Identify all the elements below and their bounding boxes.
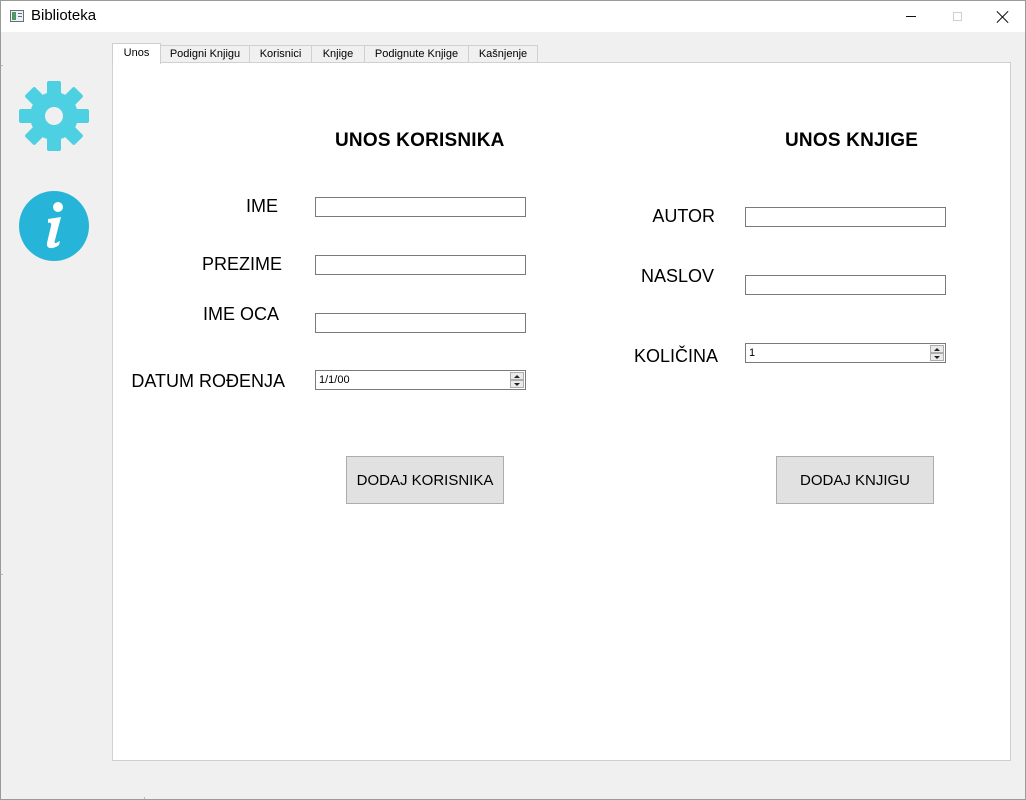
minimize-icon [906, 16, 916, 17]
quantity-down-button[interactable] [930, 353, 944, 361]
maximize-button[interactable] [934, 1, 980, 32]
quantity-stepper [930, 345, 944, 361]
close-icon [997, 11, 1009, 23]
user-form-heading: UNOS KORISNIKA [335, 130, 505, 151]
father-name-label: IME OCA [202, 304, 279, 324]
birth-date-spinbox[interactable]: 1/1/00 [315, 370, 526, 390]
birth-date-label: DATUM ROĐENJA [131, 371, 285, 391]
last-name-input[interactable] [315, 255, 526, 275]
title-label: NASLOV [640, 266, 714, 286]
chevron-down-icon [934, 355, 940, 359]
add-user-button[interactable]: DODAJ KORISNIKA [346, 456, 504, 504]
window-title: Biblioteka [31, 7, 97, 24]
frame-tick [1, 574, 3, 575]
tab-panel-unos: UNOS KORISNIKA IME PREZIME IME OCA DATUM… [112, 62, 1011, 761]
tab-unos[interactable]: Unos [112, 43, 161, 64]
title-input[interactable] [745, 275, 946, 295]
tab-podignute-knjige[interactable]: Podignute Knjige [364, 45, 469, 62]
birth-date-down-button[interactable] [510, 380, 524, 388]
frame-tick [1, 65, 3, 66]
app-window: Biblioteka Unos Podigni Knjigu Korisnici… [0, 0, 1026, 800]
tab-podigni-knjigu[interactable]: Podigni Knjigu [160, 45, 250, 62]
chevron-up-icon [934, 347, 940, 351]
author-input[interactable] [745, 207, 946, 227]
chevron-down-icon [514, 382, 520, 386]
birth-date-up-button[interactable] [510, 372, 524, 380]
quantity-spinbox[interactable]: 1 [745, 343, 946, 363]
chevron-up-icon [514, 374, 520, 378]
father-name-input[interactable] [315, 313, 526, 333]
close-button[interactable] [980, 1, 1025, 32]
tab-korisnici[interactable]: Korisnici [249, 45, 312, 62]
tab-knjige[interactable]: Knjige [311, 45, 365, 62]
info-button[interactable] [18, 190, 90, 262]
last-name-label: PREZIME [201, 254, 282, 274]
quantity-up-button[interactable] [930, 345, 944, 353]
first-name-input[interactable] [315, 197, 526, 217]
birth-date-value: 1/1/00 [319, 374, 350, 386]
author-label: AUTOR [652, 206, 715, 226]
quantity-value: 1 [749, 347, 756, 359]
info-icon [19, 191, 89, 261]
add-book-button[interactable]: DODAJ KNJIGU [776, 456, 934, 504]
birth-date-stepper [510, 372, 524, 388]
first-name-label: IME [245, 196, 278, 216]
tab-kasnjenje[interactable]: Kašnjenje [468, 45, 538, 62]
maximize-icon [952, 12, 962, 21]
gear-icon [19, 81, 89, 151]
book-form-heading: UNOS KNJIGE [785, 130, 919, 151]
settings-button[interactable] [18, 80, 90, 152]
minimize-button[interactable] [888, 1, 934, 32]
title-bar[interactable]: Biblioteka [1, 1, 1025, 32]
quantity-label: KOLIČINA [633, 346, 718, 366]
app-icon [10, 10, 24, 22]
